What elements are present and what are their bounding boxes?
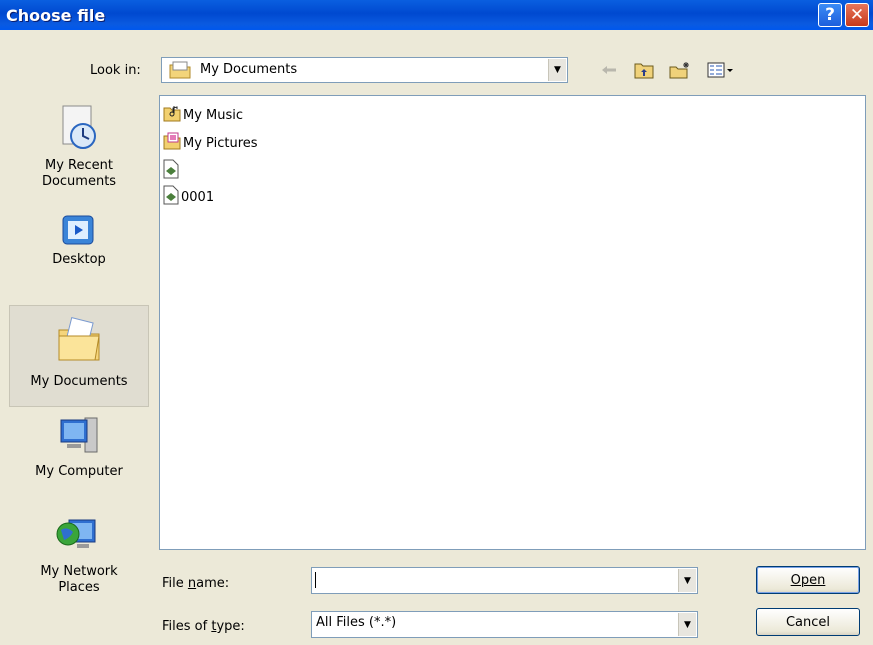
computer-icon bbox=[9, 414, 149, 464]
files-of-type-value: All Files (*.*) bbox=[316, 615, 397, 630]
chevron-down-icon[interactable]: ▼ bbox=[548, 59, 566, 81]
title-bar: Choose file ? ✕ bbox=[0, 0, 873, 30]
list-item[interactable]: My Music bbox=[163, 104, 243, 126]
my-documents-folder-icon bbox=[10, 316, 148, 368]
new-folder-icon[interactable] bbox=[668, 59, 692, 81]
up-folder-icon[interactable] bbox=[632, 59, 656, 81]
file-name-label: File name: bbox=[162, 576, 230, 591]
file-name: 0001 bbox=[181, 189, 215, 205]
back-arrow-icon[interactable] bbox=[597, 59, 621, 81]
place-desktop[interactable]: Desktop bbox=[9, 214, 149, 284]
look-in-value: My Documents bbox=[200, 62, 298, 77]
place-label-line: Documents bbox=[41, 174, 117, 189]
help-button[interactable]: ? bbox=[818, 3, 842, 27]
open-button-label: Open bbox=[790, 572, 826, 588]
open-button[interactable]: Open bbox=[756, 566, 860, 594]
close-icon: ✕ bbox=[849, 5, 865, 25]
place-my-recent-documents[interactable]: My Recent Documents bbox=[9, 104, 149, 204]
view-menu-icon[interactable] bbox=[706, 59, 736, 81]
help-icon: ? bbox=[825, 5, 835, 25]
place-my-computer[interactable]: My Computer bbox=[9, 414, 149, 494]
chevron-down-icon[interactable]: ▼ bbox=[678, 613, 696, 636]
place-label: Desktop bbox=[52, 252, 106, 267]
file-icon bbox=[163, 185, 179, 209]
list-item[interactable] bbox=[163, 159, 181, 183]
desktop-icon bbox=[9, 214, 149, 252]
text-caret bbox=[315, 572, 316, 588]
music-folder-icon bbox=[163, 104, 181, 126]
list-item[interactable]: 0001 bbox=[163, 185, 215, 209]
file-list[interactable]: My Music My Pictures 0001 bbox=[159, 95, 866, 550]
files-of-type-dropdown[interactable]: All Files (*.*) ▼ bbox=[311, 611, 698, 638]
place-label: My Computer bbox=[35, 464, 123, 479]
close-button[interactable]: ✕ bbox=[845, 3, 869, 27]
network-icon bbox=[9, 512, 149, 564]
list-item[interactable]: My Pictures bbox=[163, 132, 258, 154]
look-in-label: Look in: bbox=[90, 63, 141, 78]
place-label-line: My Recent bbox=[45, 158, 113, 173]
chevron-down-icon[interactable]: ▼ bbox=[678, 569, 696, 592]
places-bar: My Recent Documents Desktop My Documents… bbox=[9, 94, 149, 634]
cancel-button-label: Cancel bbox=[785, 614, 831, 630]
recent-documents-icon bbox=[9, 104, 149, 158]
file-name: My Pictures bbox=[183, 135, 258, 151]
folder-icon bbox=[169, 61, 191, 83]
pictures-folder-icon bbox=[163, 132, 181, 154]
file-icon bbox=[163, 159, 179, 183]
window-title: Choose file bbox=[6, 6, 106, 25]
cancel-button[interactable]: Cancel bbox=[756, 608, 860, 636]
file-name: My Music bbox=[183, 107, 244, 123]
place-label-line: My Network bbox=[40, 564, 118, 579]
place-label-line: Places bbox=[58, 580, 100, 595]
file-name-input[interactable]: ▼ bbox=[311, 567, 698, 594]
look-in-dropdown[interactable]: My Documents ▼ bbox=[161, 57, 568, 83]
place-label: My Documents bbox=[30, 374, 128, 389]
files-of-type-label: Files of type: bbox=[162, 619, 245, 634]
place-my-network-places[interactable]: My Network Places bbox=[9, 512, 149, 622]
place-my-documents[interactable]: My Documents bbox=[9, 305, 149, 407]
